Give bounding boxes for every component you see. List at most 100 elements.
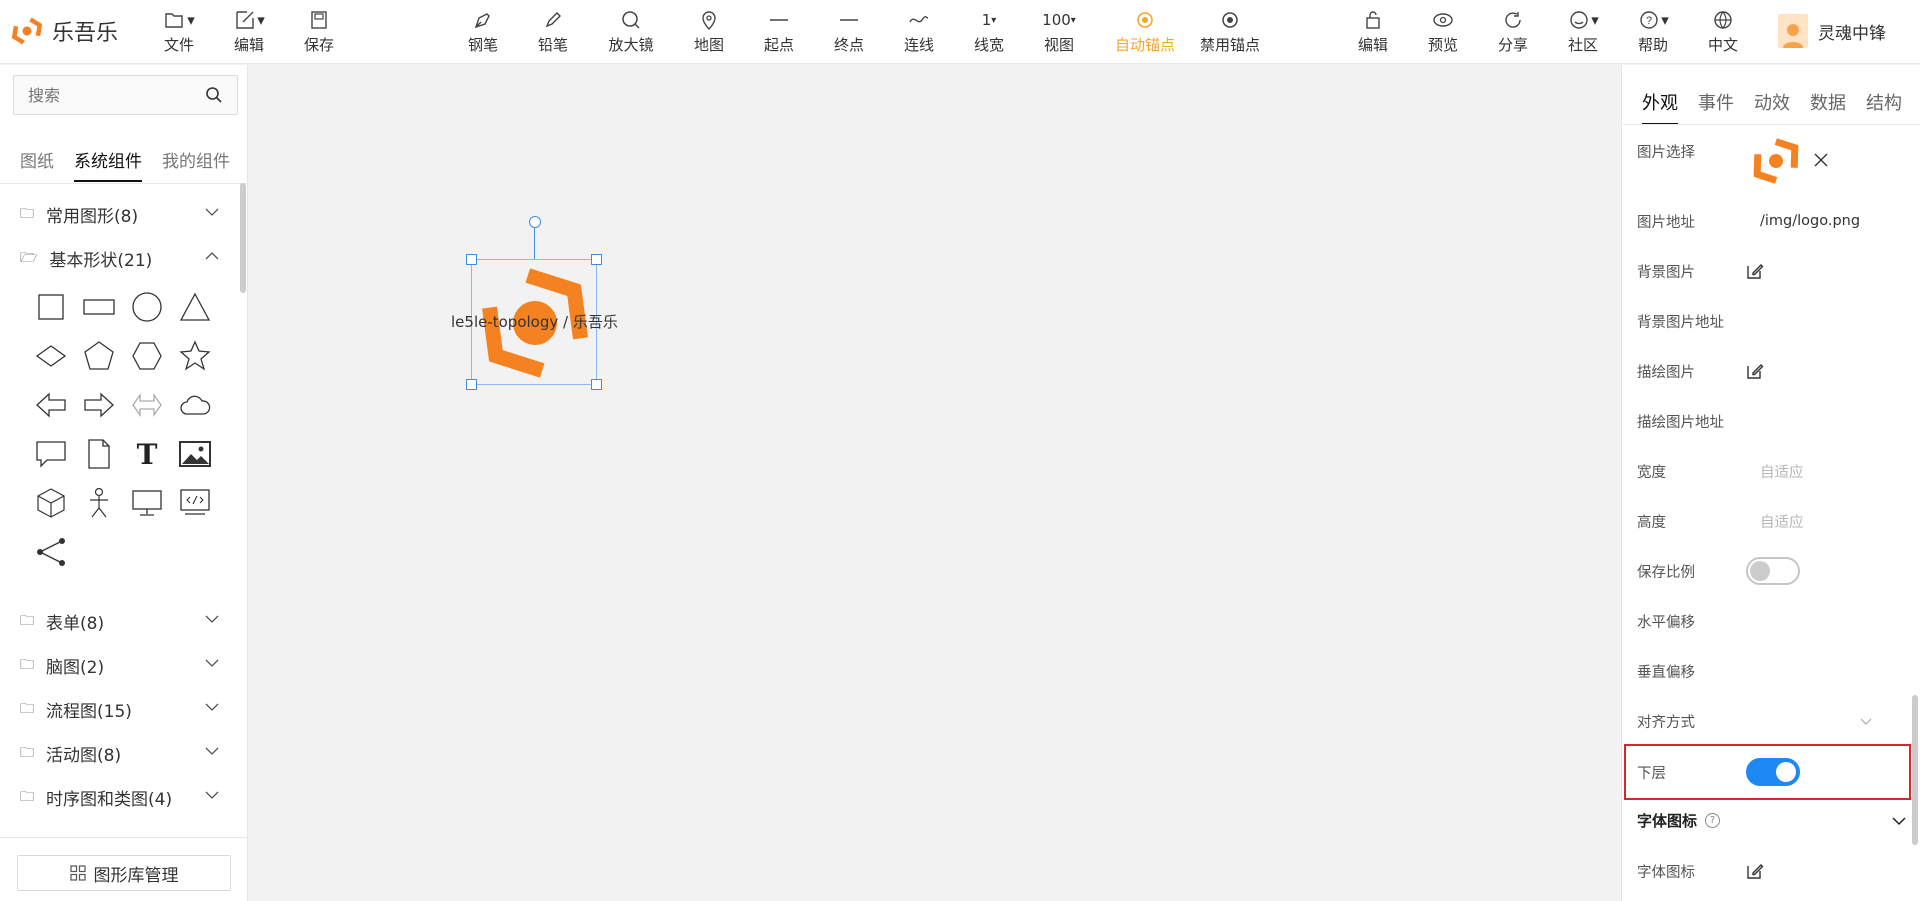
- tab-drawings[interactable]: 图纸: [20, 147, 54, 182]
- height-input[interactable]: 自适应: [1760, 511, 1804, 532]
- shape-cube[interactable]: [34, 486, 68, 520]
- shape-square[interactable]: [34, 290, 68, 324]
- help-icon[interactable]: ?: [1705, 813, 1721, 828]
- user-menu[interactable]: 灵魂中锋: [1778, 14, 1886, 48]
- tab-structure[interactable]: 结构: [1866, 89, 1902, 125]
- font-icon-section[interactable]: 字体图标?: [1637, 810, 1907, 831]
- shape-rectangle[interactable]: [82, 290, 116, 324]
- shape-cloud[interactable]: [178, 388, 212, 422]
- divider: [0, 183, 248, 184]
- lower-layer-toggle[interactable]: [1746, 758, 1800, 786]
- menu-edit[interactable]: ▾ 编辑: [219, 6, 279, 55]
- share-button[interactable]: 分享: [1483, 6, 1543, 55]
- shape-share[interactable]: [34, 535, 68, 569]
- tab-data[interactable]: 数据: [1810, 89, 1846, 125]
- pencil-icon: [545, 12, 561, 28]
- search-input[interactable]: [14, 76, 194, 114]
- rotate-handle[interactable]: [529, 216, 541, 228]
- tab-my-components[interactable]: 我的组件: [162, 147, 230, 182]
- shape-message[interactable]: [34, 437, 68, 471]
- shape-code[interactable]: [178, 486, 212, 520]
- resize-handle-bottom-left[interactable]: [466, 379, 477, 390]
- help-menu[interactable]: ? ▾ 帮助: [1623, 6, 1683, 55]
- width-input[interactable]: 自适应: [1760, 461, 1804, 482]
- resize-handle-bottom-right[interactable]: [591, 379, 602, 390]
- image-url-value[interactable]: /img/logo.png: [1760, 213, 1860, 229]
- group-common-shapes[interactable]: 🗀 常用图形(8): [20, 202, 220, 227]
- close-icon[interactable]: [1812, 151, 1830, 169]
- tool-magnifier[interactable]: 放大镜: [601, 6, 661, 55]
- tool-map[interactable]: 地图: [679, 6, 739, 55]
- drawing-canvas[interactable]: [249, 65, 1621, 901]
- grid-icon: [69, 865, 86, 881]
- resize-handle-top-left[interactable]: [466, 254, 477, 265]
- group-sequence-class[interactable]: 🗀 时序图和类图(4): [20, 785, 220, 810]
- globe-icon: [1714, 11, 1732, 29]
- right-scrollbar[interactable]: [1912, 695, 1918, 845]
- mode-preview[interactable]: 预览: [1413, 6, 1473, 55]
- language-menu[interactable]: 中文: [1693, 6, 1753, 55]
- tool-view-zoom[interactable]: 100 ▾ 视图: [1029, 6, 1089, 55]
- shape-circle[interactable]: [130, 290, 164, 324]
- keep-ratio-toggle[interactable]: [1746, 557, 1800, 585]
- shape-image[interactable]: [178, 437, 212, 471]
- shape-text[interactable]: T: [130, 437, 164, 471]
- divider: [1622, 124, 1920, 125]
- shape-right-arrow[interactable]: [82, 388, 116, 422]
- tool-pen[interactable]: 钢笔: [453, 6, 513, 55]
- community-menu[interactable]: ▾ 社区: [1553, 6, 1613, 55]
- shape-monitor[interactable]: [130, 486, 164, 520]
- lock-icon: [1366, 11, 1380, 29]
- shape-hexagon[interactable]: [130, 339, 164, 373]
- chevron-down-icon: [205, 747, 219, 755]
- tool-auto-anchor[interactable]: 自动锚点: [1105, 6, 1185, 55]
- edit-icon[interactable]: [1746, 862, 1764, 880]
- library-manage-button[interactable]: 图形库管理: [17, 855, 231, 891]
- user-name: 灵魂中锋: [1818, 23, 1886, 44]
- tab-system-components[interactable]: 系统组件: [74, 147, 142, 182]
- shape-pentagon[interactable]: [82, 339, 116, 373]
- node-label: le5le-topology / 乐吾乐: [451, 313, 618, 331]
- group-mindmap[interactable]: 🗀 脑图(2): [20, 653, 220, 678]
- menu-file[interactable]: ▾ 文件: [149, 6, 209, 55]
- edit-icon[interactable]: [1746, 362, 1764, 380]
- tab-events[interactable]: 事件: [1698, 89, 1734, 125]
- prop-bg-image-url: 背景图片地址: [1637, 314, 1724, 331]
- tool-line-width[interactable]: 1 ▾ 线宽: [959, 6, 1019, 55]
- tool-pencil[interactable]: 铅笔: [523, 6, 583, 55]
- left-scrollbar[interactable]: [240, 183, 246, 293]
- shape-star[interactable]: [178, 339, 212, 373]
- tool-line-start[interactable]: 起点: [749, 6, 809, 55]
- line-end-icon: [840, 19, 858, 21]
- avatar: [1778, 14, 1808, 48]
- tool-connect-line[interactable]: 连线: [889, 6, 949, 55]
- shape-diamond[interactable]: [34, 339, 68, 373]
- pen-icon: [474, 13, 490, 29]
- group-basic-shapes[interactable]: 🗁 基本形状(21): [20, 246, 220, 271]
- shape-left-arrow[interactable]: [34, 388, 68, 422]
- menu-save[interactable]: 保存: [289, 6, 349, 55]
- resize-handle-top-right[interactable]: [591, 254, 602, 265]
- group-flowchart[interactable]: 🗀 流程图(15): [20, 697, 220, 722]
- shape-person[interactable]: [82, 486, 116, 520]
- edit-icon[interactable]: [1746, 262, 1764, 280]
- tab-appearance[interactable]: 外观: [1642, 89, 1678, 125]
- shape-triangle[interactable]: [178, 290, 212, 324]
- search-icon[interactable]: [205, 86, 223, 104]
- group-activity[interactable]: 🗀 活动图(8): [20, 741, 220, 766]
- prop-align[interactable]: 对齐方式: [1637, 703, 1907, 739]
- image-thumbnail[interactable]: [1746, 131, 1806, 191]
- edit-icon: [236, 11, 254, 29]
- shape-file[interactable]: [82, 437, 116, 471]
- folder-icon: 🗀: [20, 788, 34, 805]
- tool-line-end[interactable]: 终点: [819, 6, 879, 55]
- prop-stroke-image-url: 描绘图片地址: [1637, 414, 1724, 431]
- group-form[interactable]: 🗀 表单(8): [20, 609, 220, 634]
- mode-edit[interactable]: 编辑: [1343, 6, 1403, 55]
- logo-icon: [11, 17, 43, 45]
- app-logo[interactable]: 乐吾乐: [10, 14, 118, 48]
- tool-disable-anchor[interactable]: 禁用锚点: [1190, 6, 1270, 55]
- shape-two-way-arrow[interactable]: [130, 388, 164, 422]
- tab-animation[interactable]: 动效: [1754, 89, 1790, 125]
- left-tabs: 图纸 系统组件 我的组件: [20, 147, 230, 182]
